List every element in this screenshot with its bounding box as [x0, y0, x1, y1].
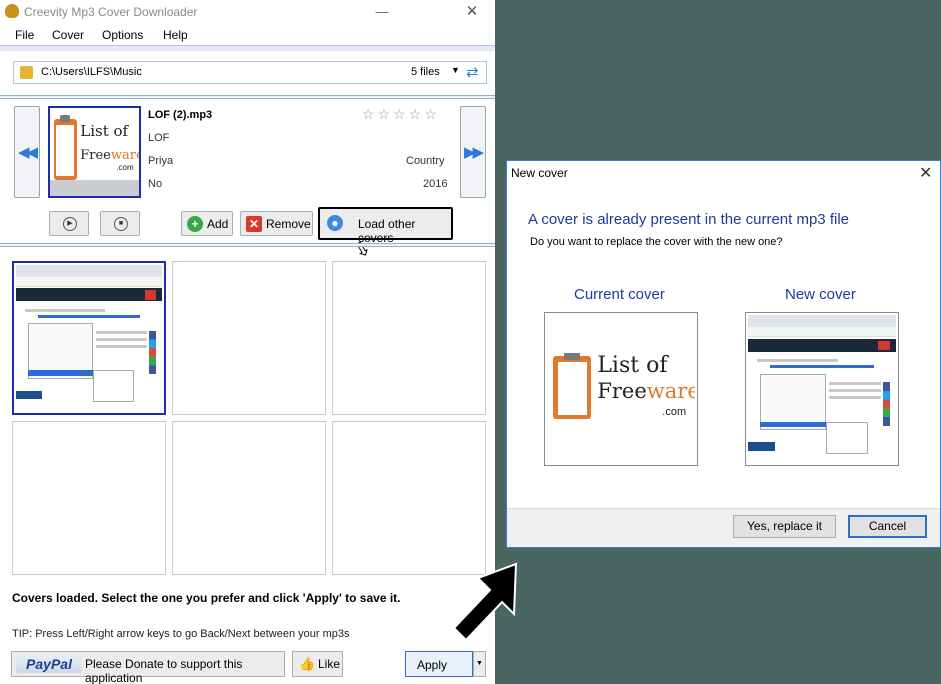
globe-icon: ●: [327, 215, 343, 231]
cover-option-3[interactable]: [332, 261, 486, 415]
previous-track-button[interactable]: ◀◀: [14, 106, 40, 198]
thumbs-up-icon: 👍: [299, 656, 316, 671]
like-label: Like: [318, 657, 341, 671]
paypal-logo: PayPal: [16, 655, 82, 673]
folder-icon: [20, 66, 33, 79]
title-bar: Creevity Mp3 Cover Downloader — ✕: [0, 0, 495, 24]
menu-options[interactable]: Options: [102, 28, 143, 42]
add-button[interactable]: + Add: [181, 211, 233, 236]
track-album: Priya: [148, 155, 174, 167]
status-message: Covers loaded. Select the one you prefer…: [12, 591, 401, 605]
load-other-covers-label: Load other covers: [358, 217, 416, 245]
apply-label: Apply: [417, 658, 448, 672]
refresh-icon[interactable]: ⇄: [466, 63, 479, 81]
chevron-down-icon[interactable]: ▼: [451, 65, 460, 75]
dialog-title: New cover: [511, 166, 568, 180]
dialog-heading: A cover is already present in the curren…: [528, 211, 849, 228]
minimize-button[interactable]: —: [370, 3, 394, 21]
main-window: Creevity Mp3 Cover Downloader — ✕ File C…: [0, 0, 495, 684]
menu-cover[interactable]: Cover: [52, 28, 84, 42]
cover-option-4[interactable]: [12, 421, 166, 575]
remove-label: Remove: [266, 217, 311, 231]
yes-replace-button[interactable]: Yes, replace it: [733, 515, 836, 538]
folder-path: C:\Users\ILFS\Music: [41, 66, 142, 78]
track-filename: LOF (2).mp3: [148, 109, 213, 121]
donate-button[interactable]: PayPal Please Donate to support this app…: [11, 651, 285, 684]
app-icon: [5, 4, 19, 18]
next-track-button[interactable]: ▶▶: [460, 106, 486, 198]
divider: [0, 95, 495, 99]
cover-option-2[interactable]: [172, 261, 326, 415]
donate-label: Please Donate to support this applicatio…: [85, 657, 243, 684]
list-of-freeware-logo: List of Freeware .com: [50, 108, 139, 196]
stop-icon: ■: [114, 217, 128, 231]
track-year: 2016: [423, 178, 448, 190]
load-other-covers-button[interactable]: ● Load other covers: [318, 207, 453, 245]
rating-stars[interactable]: ☆☆☆☆☆: [362, 106, 440, 123]
menu-file[interactable]: File: [15, 28, 34, 42]
remove-button[interactable]: ✕ Remove: [240, 211, 313, 236]
add-label: Add: [207, 217, 229, 231]
current-cover-label: Current cover: [574, 286, 665, 303]
menu-help[interactable]: Help: [163, 28, 188, 42]
cover-thumbnail: [748, 315, 896, 463]
new-cover-label: New cover: [785, 286, 856, 303]
dialog-close-button[interactable]: ✕: [919, 163, 932, 183]
current-track-cover: List of Freeware .com: [48, 106, 141, 198]
close-button[interactable]: ✕: [460, 3, 484, 21]
cover-option-5[interactable]: [172, 421, 326, 575]
tip-message: TIP: Press Left/Right arrow keys to go B…: [12, 628, 350, 640]
apply-button[interactable]: Apply: [405, 651, 473, 677]
cover-option-1[interactable]: [12, 261, 166, 415]
list-of-freeware-logo: List of Freeware .com: [547, 353, 695, 425]
dialog-question: Do you want to replace the cover with th…: [530, 236, 783, 248]
divider: [0, 243, 495, 247]
cancel-button[interactable]: Cancel: [848, 515, 927, 538]
big-arrow-icon: [452, 562, 518, 642]
folder-path-combo[interactable]: C:\Users\ILFS\Music 5 files ▼ ⇄: [13, 61, 487, 84]
track-artist: LOF: [148, 132, 170, 144]
apply-dropdown-button[interactable]: ▼: [473, 651, 486, 677]
stop-button[interactable]: ■: [100, 211, 140, 236]
plus-icon: +: [187, 216, 203, 232]
menu-bar: File Cover Options Help: [0, 26, 495, 51]
new-cover-image: [745, 312, 899, 466]
skip-forward-icon: ▶▶: [464, 144, 484, 161]
cover-option-6[interactable]: [332, 421, 486, 575]
skip-back-icon: ◀◀: [18, 144, 38, 161]
play-icon: ▶: [63, 217, 77, 231]
cover-thumbnail: [16, 265, 162, 411]
new-cover-dialog: New cover ✕ A cover is already present i…: [506, 160, 941, 548]
current-cover-image: List of Freeware .com: [544, 312, 698, 466]
files-count: 5 files: [411, 66, 440, 78]
track-genre: Country: [406, 155, 445, 167]
track-extra: No: [148, 178, 163, 190]
window-title: Creevity Mp3 Cover Downloader: [24, 5, 198, 19]
like-button[interactable]: 👍 Like: [292, 651, 343, 677]
delete-icon: ✕: [246, 216, 262, 232]
play-button[interactable]: ▶: [49, 211, 89, 236]
